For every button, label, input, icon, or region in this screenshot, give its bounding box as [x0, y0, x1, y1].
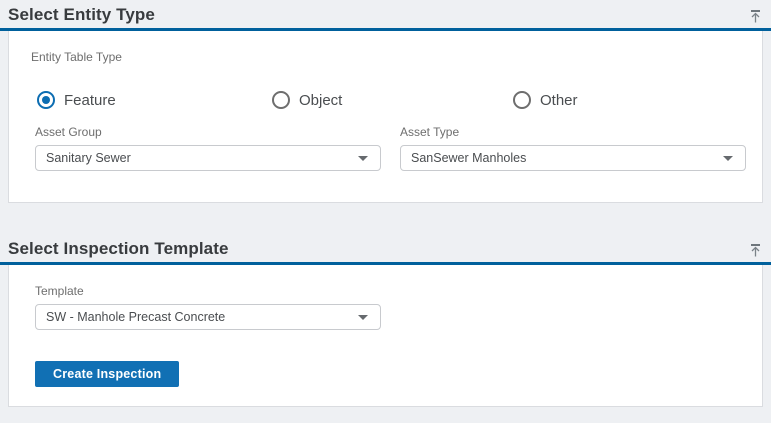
radio-object-label: Object [299, 92, 342, 109]
template-dropdown-row: Template SW - Manhole Precast Concrete [9, 285, 762, 330]
asset-group-value: Sanitary Sewer [46, 151, 131, 165]
radio-object[interactable]: Object [272, 91, 513, 109]
template-field: Template SW - Manhole Precast Concrete [35, 285, 381, 330]
entity-type-title: Select Entity Type [8, 5, 763, 25]
collapse-up-icon-glyph [748, 9, 763, 24]
asset-dropdown-row: Asset Group Sanitary Sewer Asset Type Sa… [9, 126, 762, 171]
radio-unselected-icon [513, 91, 531, 109]
asset-group-field: Asset Group Sanitary Sewer [35, 126, 381, 171]
radio-feature-label: Feature [64, 92, 116, 109]
collapse-up-icon[interactable] [747, 242, 763, 258]
asset-group-label: Asset Group [35, 126, 381, 139]
chevron-down-icon [358, 156, 368, 161]
entity-type-body: Entity Table Type Feature Object Other A… [8, 31, 763, 203]
radio-selected-icon [37, 91, 55, 109]
inspection-template-title: Select Inspection Template [8, 239, 763, 259]
radio-other-label: Other [540, 92, 578, 109]
collapse-up-icon[interactable] [747, 8, 763, 24]
inspection-template-body: Template SW - Manhole Precast Concrete C… [8, 265, 763, 407]
template-label: Template [35, 285, 381, 298]
template-value: SW - Manhole Precast Concrete [46, 310, 225, 324]
entity-type-header: Select Entity Type [0, 0, 771, 31]
template-select[interactable]: SW - Manhole Precast Concrete [35, 304, 381, 330]
inspection-template-header: Select Inspection Template [0, 234, 771, 265]
asset-group-select[interactable]: Sanitary Sewer [35, 145, 381, 171]
entity-table-type-radio-group: Feature Object Other [9, 91, 762, 109]
inspection-template-section: Select Inspection Template Template SW -… [0, 234, 771, 407]
asset-type-value: SanSewer Manholes [411, 151, 526, 165]
create-inspection-button[interactable]: Create Inspection [35, 361, 179, 387]
entity-table-type-label: Entity Table Type [9, 51, 762, 64]
radio-unselected-icon [272, 91, 290, 109]
radio-feature[interactable]: Feature [37, 91, 272, 109]
asset-type-label: Asset Type [400, 126, 746, 139]
inspection-form-page: Select Entity Type Entity Table Type Fea… [0, 0, 771, 423]
asset-type-field: Asset Type SanSewer Manholes [400, 126, 746, 171]
entity-type-section: Select Entity Type Entity Table Type Fea… [0, 0, 771, 203]
chevron-down-icon [723, 156, 733, 161]
collapse-up-icon-glyph [748, 243, 763, 258]
radio-other[interactable]: Other [513, 91, 578, 109]
chevron-down-icon [358, 315, 368, 320]
asset-type-select[interactable]: SanSewer Manholes [400, 145, 746, 171]
